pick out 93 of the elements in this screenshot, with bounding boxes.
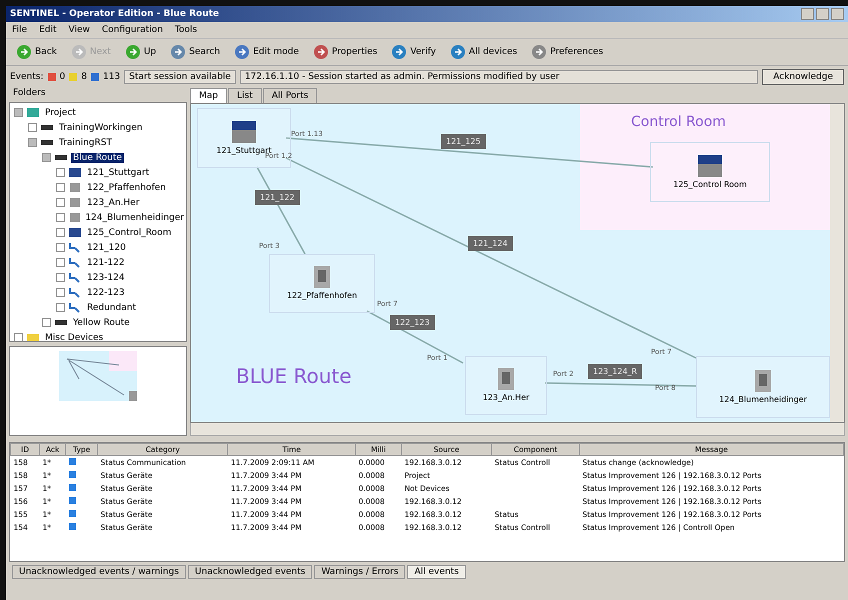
folder-icon bbox=[40, 137, 54, 148]
folder-icon bbox=[54, 317, 68, 328]
tree-item[interactable]: 122-123 bbox=[85, 288, 127, 298]
cable-label: 123_124_R bbox=[588, 364, 642, 379]
tree-item[interactable]: TrainingWorkingen bbox=[57, 122, 144, 132]
tree-item[interactable]: 121_120 bbox=[85, 242, 128, 252]
menu-item[interactable]: Tools bbox=[168, 25, 204, 35]
event-count: 0 bbox=[60, 72, 66, 82]
expand-icon[interactable] bbox=[56, 273, 65, 282]
zone-label: BLUE Route bbox=[236, 364, 352, 388]
expand-icon[interactable] bbox=[56, 183, 65, 192]
menu-item[interactable]: File bbox=[6, 25, 34, 35]
expand-icon[interactable] bbox=[42, 318, 51, 327]
tree-item[interactable]: TrainingRST bbox=[57, 138, 114, 148]
tree-item[interactable]: Blue Route bbox=[71, 152, 124, 162]
cable-label: 121_122 bbox=[255, 190, 300, 205]
expand-icon[interactable] bbox=[56, 198, 65, 207]
device-icon bbox=[68, 182, 82, 193]
toolbar-button[interactable]: Properties bbox=[306, 42, 384, 62]
cable-label: 121_124 bbox=[468, 236, 513, 251]
link-icon bbox=[68, 272, 82, 283]
tree-item[interactable]: 125_Control_Room bbox=[85, 228, 174, 238]
tree-item[interactable]: 122_Pfaffenhofen bbox=[85, 182, 168, 192]
acknowledge-button[interactable]: Acknowledge bbox=[762, 69, 844, 85]
log-tab[interactable]: All events bbox=[407, 565, 466, 579]
log-tab[interactable]: Unacknowledged events bbox=[188, 565, 312, 579]
panel-title: Folders bbox=[12, 88, 47, 100]
zone-label: Control Room bbox=[631, 114, 726, 130]
device-node[interactable]: 122_Pfaffenhofen bbox=[269, 254, 375, 313]
link-icon bbox=[68, 242, 82, 253]
device-icon bbox=[26, 107, 40, 118]
collapse-icon[interactable] bbox=[28, 138, 37, 147]
device-node[interactable]: 124_Blumenheidinger bbox=[696, 356, 830, 418]
toolbar-button[interactable]: Edit mode bbox=[228, 42, 305, 62]
view-tab[interactable]: All Ports bbox=[262, 88, 318, 103]
link-icon bbox=[68, 302, 82, 313]
menu-item[interactable]: Edit bbox=[33, 25, 62, 35]
toolbar-button[interactable]: Back bbox=[10, 42, 63, 62]
toolbar-button[interactable]: Up bbox=[118, 42, 162, 62]
device-icon bbox=[68, 212, 80, 223]
event-count: 113 bbox=[102, 72, 120, 82]
collapse-icon[interactable] bbox=[14, 108, 23, 117]
toolbar-button[interactable]: Verify bbox=[385, 42, 442, 62]
tree-item[interactable]: 121-122 bbox=[85, 258, 127, 268]
expand-icon[interactable] bbox=[56, 228, 65, 237]
expand-icon[interactable] bbox=[56, 213, 65, 222]
device-icon bbox=[68, 197, 82, 208]
event-count: 8 bbox=[81, 72, 87, 82]
window-title: SENTINEL - Operator Edition - Blue Route bbox=[10, 9, 220, 19]
folder-icon bbox=[40, 122, 54, 133]
device-node[interactable]: 125_Control Room bbox=[650, 142, 770, 202]
folder-icon bbox=[26, 332, 40, 341]
switch-icon bbox=[698, 154, 722, 177]
view-tab[interactable]: Map bbox=[190, 88, 227, 103]
message-field: 172.16.1.10 - Session started as admin. Permissions modified by user bbox=[240, 70, 758, 84]
link-icon bbox=[68, 287, 82, 298]
device-icon bbox=[68, 167, 82, 178]
scrollbar[interactable] bbox=[190, 423, 845, 436]
toolbar-button[interactable]: Preferences bbox=[525, 42, 610, 62]
expand-icon[interactable] bbox=[56, 258, 65, 267]
tree-item[interactable]: 124_Blumenheidinger bbox=[83, 212, 186, 222]
view-tab[interactable]: List bbox=[228, 88, 262, 103]
menu-item[interactable]: View bbox=[62, 25, 96, 35]
expand-icon[interactable] bbox=[56, 168, 65, 177]
expand-icon[interactable] bbox=[56, 303, 65, 312]
tree-item[interactable]: Misc Devices bbox=[43, 332, 106, 341]
link-icon bbox=[68, 257, 82, 268]
cable-label: 122_123 bbox=[390, 314, 435, 330]
log-tab[interactable]: Unacknowledged events / warnings bbox=[12, 565, 186, 579]
tree-item[interactable]: 121_Stuttgart bbox=[85, 168, 152, 178]
expand-icon[interactable] bbox=[14, 333, 23, 341]
expand-icon[interactable] bbox=[56, 243, 65, 252]
expand-icon[interactable] bbox=[56, 288, 65, 297]
log-tab[interactable]: Warnings / Errors bbox=[314, 565, 406, 579]
tree-item[interactable]: Redundant bbox=[85, 302, 138, 312]
cable-label: 121_125 bbox=[441, 134, 486, 149]
collapse-icon[interactable] bbox=[42, 153, 51, 162]
window-controls-icon[interactable] bbox=[801, 8, 844, 20]
events-label: Events: bbox=[10, 72, 44, 82]
scrollbar[interactable] bbox=[830, 104, 844, 422]
tree-item[interactable]: 123-124 bbox=[85, 272, 127, 282]
tree-item[interactable]: 123_An.Her bbox=[85, 198, 142, 208]
tree-item[interactable]: Project bbox=[43, 108, 78, 118]
toolbar-button[interactable]: Search bbox=[164, 42, 226, 62]
tree-item[interactable]: Yellow Route bbox=[71, 318, 132, 328]
switch-icon bbox=[232, 120, 256, 143]
device-node[interactable]: 123_An.Her bbox=[465, 356, 547, 415]
folder-icon bbox=[54, 152, 68, 163]
toolbar-button[interactable]: All devices bbox=[444, 42, 524, 62]
menu-item[interactable]: Configuration bbox=[96, 25, 169, 35]
expand-icon[interactable] bbox=[28, 123, 37, 132]
device-icon bbox=[68, 227, 82, 238]
session-field: Start session available bbox=[124, 70, 236, 84]
